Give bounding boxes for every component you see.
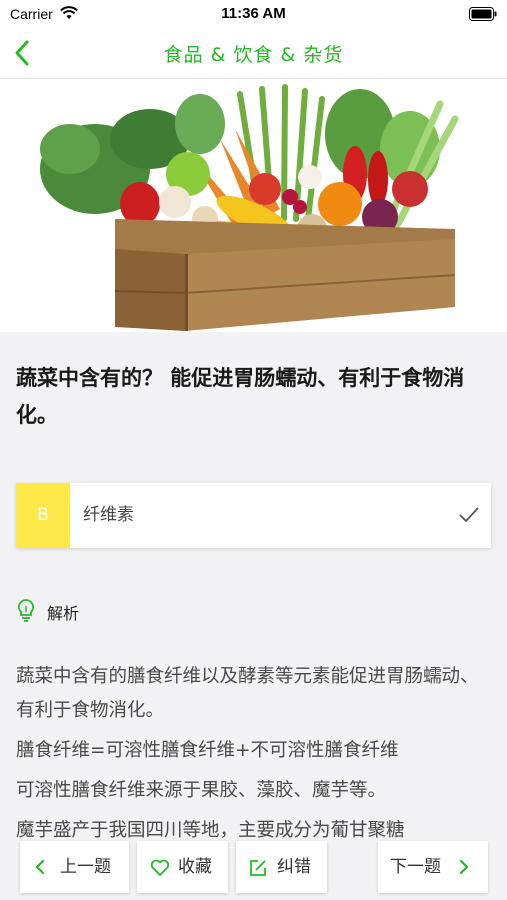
page-title: 食品 & 饮食 & 杂货 <box>163 44 344 66</box>
analysis-paragraph: 膳食纤维=可溶性膳食纤维+不可溶性膳食纤维 <box>16 740 399 761</box>
answer-option-b[interactable]: B 纤维素 <box>16 483 491 548</box>
answer-letter: B <box>16 483 70 548</box>
edit-icon <box>250 860 266 876</box>
check-icon <box>459 507 479 523</box>
chevron-right-icon <box>459 859 469 875</box>
analysis-text: 蔬菜中含有的膳食纤维以及酵素等元素能促进胃肠蠕动、有利于食物消化。 膳食纤维=可… <box>16 660 496 838</box>
analysis-paragraph: 可溶性膳食纤维来源于果胶、藻胶、魔芋等。 <box>16 780 387 801</box>
analysis-paragraph: 蔬菜中含有的膳食纤维以及酵素等元素能促进胃肠蠕动、有利于食物消化。 <box>16 666 479 721</box>
analysis-label: 解析 <box>47 604 80 623</box>
previous-question-button[interactable]: 上一题 <box>20 841 129 893</box>
vegetable-crate-image <box>0 79 507 332</box>
bottom-action-bar: 上一题 收藏 纠错 下一题 <box>0 838 507 900</box>
report-error-button[interactable]: 纠错 <box>236 841 327 893</box>
back-chevron-icon[interactable] <box>6 36 40 70</box>
favorite-button[interactable]: 收藏 <box>137 841 228 893</box>
battery-icon <box>469 7 497 21</box>
analysis-paragraph: 魔芋盛产于我国四川等地，主要成分为葡甘聚糖 <box>16 820 405 838</box>
status-time: 11:36 AM <box>221 5 286 22</box>
question-text: 蔬菜中含有的？ 能促进胃肠蠕动、有利于食物消化。 <box>16 366 465 427</box>
vegetable-crate-illustration <box>40 84 459 331</box>
favorite-label: 收藏 <box>178 857 212 877</box>
previous-label: 上一题 <box>60 857 111 877</box>
next-label: 下一题 <box>390 857 441 877</box>
answer-text: 纤维素 <box>83 505 134 525</box>
heart-icon <box>150 859 170 876</box>
nav-bar: 食品 & 饮食 & 杂货 <box>0 28 507 79</box>
chevron-left-icon <box>35 859 45 875</box>
correct-label: 纠错 <box>277 857 311 877</box>
lightbulb-icon <box>18 599 34 622</box>
status-bar: Carrier 11:36 AM <box>0 0 507 28</box>
next-question-button[interactable]: 下一题 <box>378 841 488 893</box>
